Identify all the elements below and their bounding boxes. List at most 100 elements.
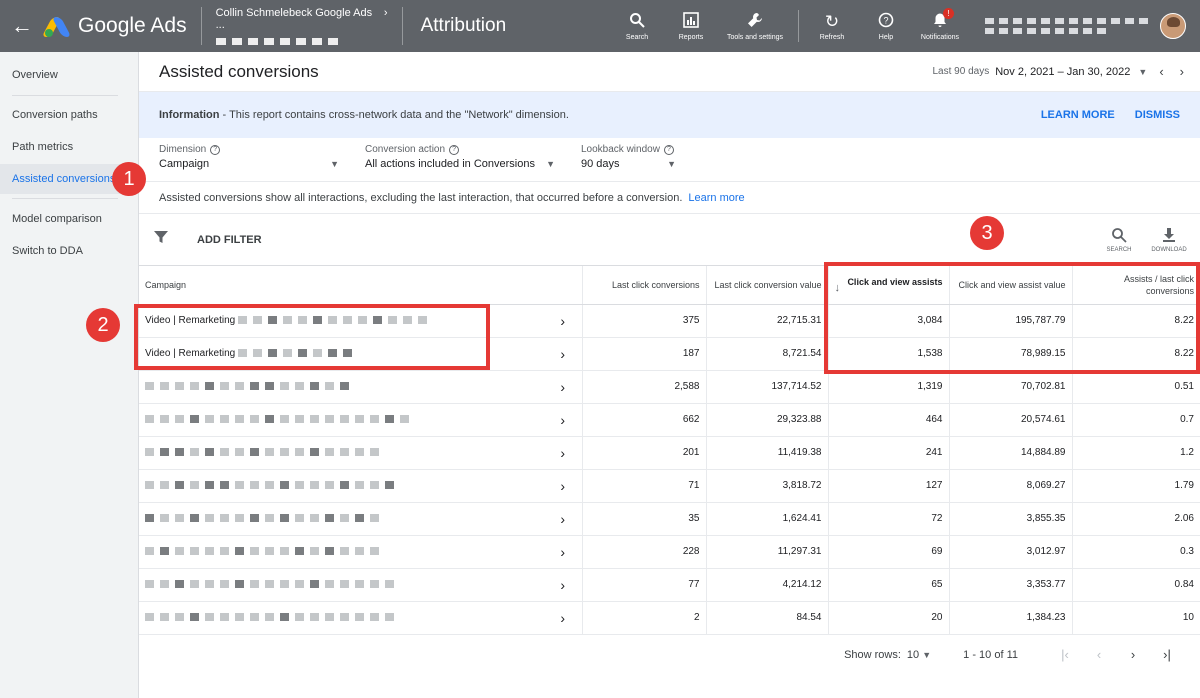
divider: [798, 10, 799, 42]
learn-more-button[interactable]: LEARN MORE: [1041, 109, 1115, 121]
sidebar-item-overview[interactable]: Overview: [0, 60, 138, 90]
last-click-value-cell: 4,214.12: [705, 568, 828, 602]
conversion-action-label: Conversion action: [365, 144, 446, 155]
dimension-select[interactable]: Dimension? Campaign ▼: [159, 144, 339, 181]
page-title: Assisted conversions: [159, 61, 319, 81]
lookback-window-select[interactable]: Lookback window? 90 days ▼: [581, 144, 676, 181]
campaign-cell[interactable]: [139, 436, 544, 470]
column-header-campaign[interactable]: Campaign: [139, 266, 544, 305]
download-button[interactable]: DOWNLOAD: [1144, 227, 1194, 253]
refresh-tool[interactable]: ↻ Refresh: [805, 12, 859, 41]
expand-row-chevron-icon[interactable]: ›: [544, 403, 582, 437]
table-row[interactable]: › 35 1,624.41 72 3,855.35 2.06: [139, 502, 1200, 536]
chevron-right-icon: ›: [383, 7, 388, 19]
help-icon[interactable]: ?: [449, 144, 460, 155]
pagination: Show rows: 10 ▼ 1 - 10 of 11 |‹ ‹ › ›|: [139, 635, 1200, 675]
date-range-dropdown-icon[interactable]: ▼: [1138, 67, 1147, 77]
last-click-value-cell: 29,323.88: [705, 403, 828, 437]
google-ads-logo[interactable]: Google Ads: [41, 14, 201, 38]
table-row[interactable]: › 201 11,419.38 241 14,884.89 1.2: [139, 436, 1200, 470]
refresh-icon: ↻: [824, 11, 840, 31]
expand-row-chevron-icon[interactable]: ›: [544, 568, 582, 602]
date-range-label: Last 90 days: [932, 66, 990, 77]
next-page-icon[interactable]: ›: [1116, 647, 1150, 662]
campaign-cell[interactable]: [139, 403, 544, 437]
redacted-text: [145, 448, 379, 457]
assist-value-cell: 3,353.77: [948, 568, 1072, 602]
assists-cell: 1,319: [827, 370, 949, 404]
sidebar-item-path-metrics[interactable]: Path metrics: [0, 132, 138, 162]
table-row[interactable]: › 228 11,297.31 69 3,012.97 0.3: [139, 535, 1200, 569]
filter-icon[interactable]: [153, 229, 177, 250]
last-page-icon[interactable]: ›|: [1150, 647, 1184, 662]
dimension-label: Dimension: [159, 144, 207, 155]
ratio-cell: 0.84: [1071, 568, 1200, 602]
tools-settings-tool[interactable]: Tools and settings: [718, 12, 792, 41]
annotation-box-campaigns: [134, 304, 490, 370]
expand-row-chevron-icon[interactable]: ›: [544, 304, 582, 338]
help-tool[interactable]: ? Help: [859, 12, 913, 41]
rows-per-page-select[interactable]: 10 ▼: [907, 649, 931, 661]
help-icon[interactable]: ?: [210, 144, 221, 155]
help-icon[interactable]: ?: [663, 144, 674, 155]
learn-more-link[interactable]: Learn more: [688, 192, 744, 204]
campaign-cell[interactable]: [139, 469, 544, 503]
info-banner-lead: Information: [159, 109, 220, 121]
reports-tool[interactable]: Reports: [664, 11, 718, 41]
table-row[interactable]: › 71 3,818.72 127 8,069.27 1.79: [139, 469, 1200, 503]
product-name: Google Ads: [78, 14, 187, 37]
first-page-icon[interactable]: |‹: [1048, 647, 1082, 662]
account-selector[interactable]: Collin Schmelebeck Google Ads ... ›: [202, 7, 402, 45]
last-click-conversions-cell: 187: [581, 337, 706, 371]
campaign-cell[interactable]: [139, 502, 544, 536]
expand-row-chevron-icon[interactable]: ›: [544, 601, 582, 635]
dropdown-arrow-icon: ▼: [330, 159, 339, 169]
previous-page-icon[interactable]: ‹: [1082, 647, 1116, 662]
table-row[interactable]: › 77 4,214.12 65 3,353.77 0.84: [139, 568, 1200, 602]
campaign-cell[interactable]: [139, 535, 544, 569]
help-icon: ?: [878, 12, 894, 34]
table-row[interactable]: › 2 84.54 20 1,384.23 10: [139, 601, 1200, 635]
dismiss-button[interactable]: DISMISS: [1135, 109, 1180, 121]
sidebar-item-model-comparison[interactable]: Model comparison: [0, 204, 138, 234]
add-filter-button[interactable]: ADD FILTER: [197, 234, 1094, 246]
user-email-redacted[interactable]: [967, 18, 1160, 34]
reports-tool-label: Reports: [678, 33, 704, 41]
ratio-cell: 0.3: [1071, 535, 1200, 569]
previous-period-icon[interactable]: ‹: [1159, 64, 1163, 79]
back-arrow-icon[interactable]: ←: [0, 13, 44, 39]
conversion-action-select[interactable]: Conversion action? All actions included …: [365, 144, 555, 181]
expand-row-chevron-icon[interactable]: ›: [544, 370, 582, 404]
expand-row-chevron-icon[interactable]: ›: [544, 436, 582, 470]
sidebar-item-switch-to-dda[interactable]: Switch to DDA: [0, 236, 138, 266]
expand-row-chevron-icon[interactable]: ›: [544, 337, 582, 371]
next-period-icon[interactable]: ›: [1180, 64, 1184, 79]
expand-row-chevron-icon[interactable]: ›: [544, 535, 582, 569]
date-range-selector[interactable]: Nov 2, 2021 – Jan 30, 2022: [995, 66, 1130, 78]
conversion-action-value: All actions included in Conversions: [365, 158, 535, 170]
campaign-cell[interactable]: [139, 568, 544, 602]
campaign-cell[interactable]: [139, 370, 544, 404]
table-row[interactable]: › 2,588 137,714.52 1,319 70,702.81 0.51: [139, 370, 1200, 404]
report-explanation: Assisted conversions show all interactio…: [139, 182, 1200, 214]
column-header-last-click-value[interactable]: Last click conversion value: [705, 266, 828, 305]
table-search-button[interactable]: SEARCH: [1094, 227, 1144, 253]
expand-row-chevron-icon[interactable]: ›: [544, 469, 582, 503]
dropdown-arrow-icon: ▼: [922, 649, 932, 660]
column-header-last-click-conversions[interactable]: Last click conversions: [581, 266, 706, 305]
redacted-text: [145, 514, 379, 523]
lookback-window-label: Lookback window: [581, 144, 660, 155]
expand-row-chevron-icon[interactable]: ›: [544, 502, 582, 536]
annotation-marker-1: 1: [112, 162, 146, 196]
campaign-cell[interactable]: [139, 601, 544, 635]
table-row[interactable]: › 662 29,323.88 464 20,574.61 0.7: [139, 403, 1200, 437]
dimension-value: Campaign: [159, 158, 210, 170]
user-avatar[interactable]: [1160, 13, 1186, 39]
search-tool[interactable]: Search: [610, 12, 664, 41]
reports-icon: [683, 11, 699, 34]
assist-value-cell: 1,384.23: [948, 601, 1072, 635]
assists-cell: 72: [827, 502, 949, 536]
redacted-text: [145, 547, 379, 556]
sidebar-item-conversion-paths[interactable]: Conversion paths: [0, 100, 138, 130]
notifications-tool[interactable]: ! Notifications: [913, 7, 967, 41]
